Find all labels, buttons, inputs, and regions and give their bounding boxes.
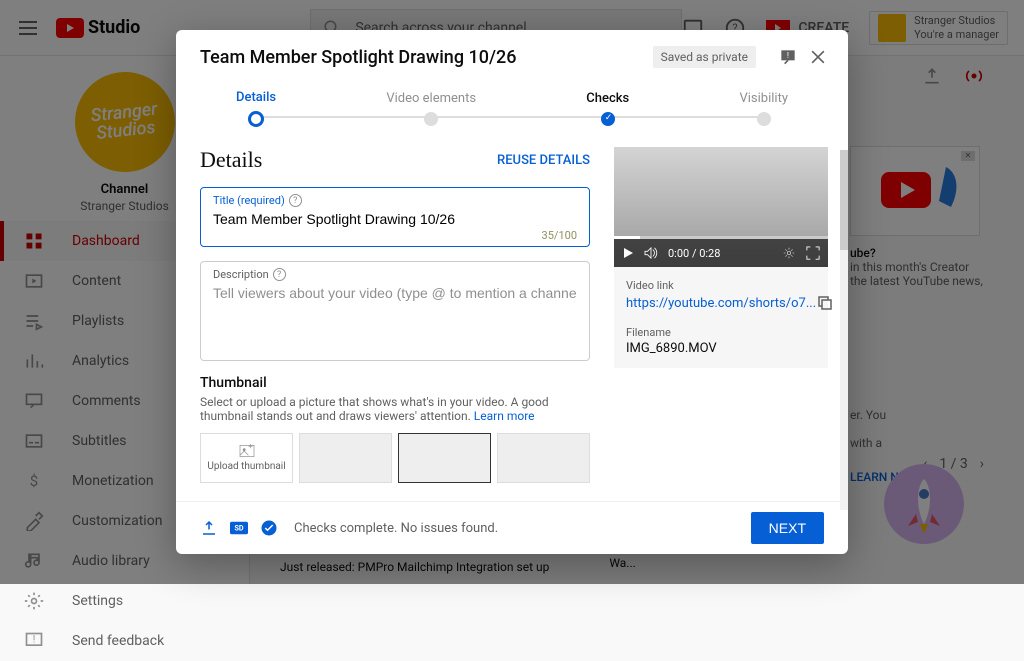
step-video-elements[interactable]: Video elements [386, 91, 476, 126]
title-input[interactable] [213, 207, 577, 229]
filename-value: IMG_6890.MOV [626, 341, 816, 356]
copy-icon[interactable] [816, 294, 834, 312]
filename-label: Filename [626, 326, 816, 339]
step-checks[interactable]: Checks [586, 91, 629, 126]
image-add-icon [238, 444, 256, 458]
svg-text:!: ! [33, 635, 36, 646]
thumbnail-option[interactable] [299, 433, 392, 483]
upload-complete-icon [200, 519, 218, 537]
play-icon[interactable] [622, 247, 634, 259]
preview-time: 0:00 / 0:28 [668, 247, 720, 260]
sidebar-item-settings[interactable]: Settings [0, 581, 249, 621]
feedback-icon: ! [24, 631, 48, 651]
title-field[interactable]: Title (required) ? 35/100 [200, 187, 590, 247]
upload-dialog: Team Member Spotlight Drawing 10/26 Save… [176, 30, 848, 554]
stepper: Details Video elements Checks Visibility [176, 80, 848, 147]
svg-text:!: ! [787, 51, 789, 61]
dialog-title: Team Member Spotlight Drawing 10/26 [200, 47, 653, 68]
sidebar-item-feedback[interactable]: !Send feedback [0, 621, 249, 661]
step-visibility[interactable]: Visibility [739, 91, 788, 126]
footer-status: Checks complete. No issues found. [294, 521, 739, 536]
svg-text:SD: SD [234, 524, 243, 533]
close-icon[interactable] [808, 47, 828, 67]
description-field[interactable]: Description ? [200, 261, 590, 361]
settings-icon[interactable] [782, 246, 796, 260]
checks-done-icon [260, 519, 278, 537]
thumbnail-heading: Thumbnail [200, 375, 590, 391]
thumbnail-option[interactable] [497, 433, 590, 483]
help-icon[interactable]: ? [273, 268, 286, 281]
volume-icon[interactable] [644, 247, 658, 259]
reuse-details-button[interactable]: REUSE DETAILS [497, 153, 590, 168]
fullscreen-icon[interactable] [806, 246, 820, 260]
description-input[interactable] [213, 281, 577, 303]
video-link-label: Video link [626, 279, 816, 292]
title-counter: 35/100 [213, 229, 577, 242]
details-heading: Details [200, 147, 262, 173]
learn-more-link[interactable]: Learn more [474, 409, 535, 423]
settings-icon [24, 591, 48, 611]
step-details[interactable]: Details [236, 90, 276, 127]
thumbnail-sub: Select or upload a picture that shows wh… [200, 395, 590, 423]
upload-thumbnail-button[interactable]: Upload thumbnail [200, 433, 293, 483]
help-icon[interactable]: ? [289, 194, 302, 207]
saved-badge: Saved as private [653, 46, 756, 68]
thumbnail-option-selected[interactable] [398, 433, 491, 483]
video-link[interactable]: https://youtube.com/shorts/o7... [626, 296, 816, 311]
next-button[interactable]: NEXT [751, 512, 824, 544]
scrollbar[interactable] [840, 150, 848, 510]
hd-icon: SD [230, 519, 248, 537]
video-preview[interactable]: 0:00 / 0:28 [614, 147, 828, 267]
feedback-dialog-icon[interactable]: ! [778, 47, 798, 67]
